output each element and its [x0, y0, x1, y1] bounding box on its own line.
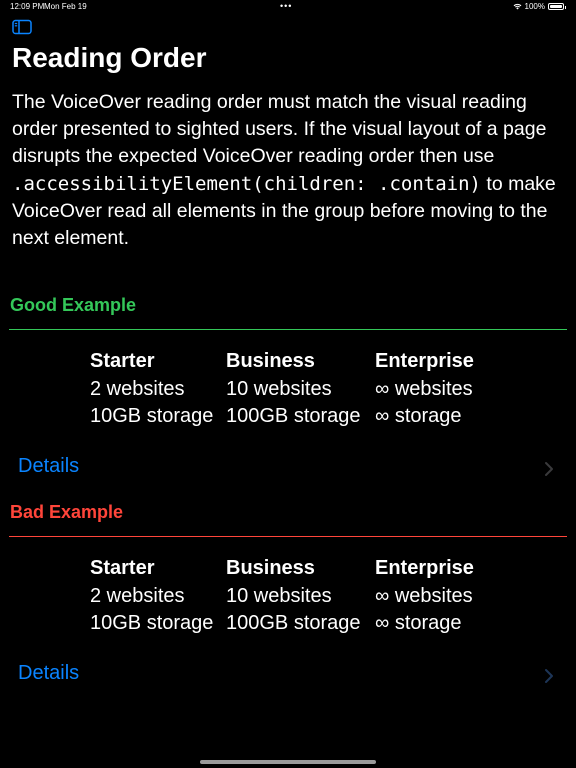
page-title: Reading Order — [12, 42, 207, 73]
good-example-divider — [9, 329, 567, 330]
bad-example-heading: Bad Example — [10, 502, 124, 522]
plan-card-business: Business 10 websites 100GB storage — [226, 348, 361, 431]
plan-name: Enterprise — [375, 557, 474, 579]
plan-name: Business — [226, 350, 315, 372]
plan-name: Business — [226, 557, 315, 579]
battery-percentage: 100% — [524, 2, 545, 11]
plan-websites: 10 websites — [226, 584, 332, 607]
plan-card-enterprise: Enterprise ∞ websites ∞ storage — [375, 348, 474, 431]
plan-websites: ∞ websites — [375, 584, 473, 607]
plan-storage: ∞ storage — [375, 612, 462, 634]
details-link[interactable]: Details — [18, 455, 79, 478]
battery-icon — [548, 3, 566, 10]
code-snippet: .accessibilityElement(children: .contain… — [12, 172, 481, 195]
plan-storage: ∞ storage — [375, 405, 462, 427]
good-example-details-row[interactable]: Details — [0, 453, 576, 483]
plan-card-starter: Starter 2 websites 10GB storage — [90, 348, 213, 431]
bad-example-details-row[interactable]: Details — [0, 660, 576, 690]
chevron-right-icon — [545, 669, 553, 683]
status-date: Mon Feb 19 — [44, 2, 87, 11]
plan-storage: 100GB storage — [226, 612, 361, 634]
plan-card-starter: Starter 2 websites 10GB storage — [90, 555, 213, 638]
plan-name: Starter — [90, 350, 155, 372]
plan-websites: ∞ websites — [375, 377, 473, 400]
good-example-heading: Good Example — [10, 295, 137, 315]
description-text: The VoiceOver reading order must match t… — [12, 91, 547, 168]
home-indicator[interactable] — [200, 760, 376, 764]
sidebar-left-icon[interactable] — [12, 19, 32, 35]
page-description: The VoiceOver reading order must match t… — [12, 89, 568, 252]
bad-example-divider — [9, 536, 567, 537]
wifi-icon — [513, 3, 521, 10]
plan-name: Starter — [90, 557, 155, 579]
plan-websites: 2 websites — [90, 377, 185, 400]
plan-card-business: Business 10 websites 100GB storage — [226, 555, 361, 638]
plan-card-enterprise: Enterprise ∞ websites ∞ storage — [375, 555, 474, 638]
plan-websites: 2 websites — [90, 584, 185, 607]
plan-storage: 10GB storage — [90, 612, 214, 634]
plan-storage: 100GB storage — [226, 405, 361, 427]
plan-websites: 10 websites — [226, 377, 332, 400]
status-indicators: 100% — [513, 2, 566, 11]
details-link[interactable]: Details — [18, 662, 79, 685]
plan-storage: 10GB storage — [90, 405, 214, 427]
multitasking-dots-icon[interactable]: ••• — [280, 1, 292, 11]
chevron-right-icon — [545, 462, 553, 476]
plan-name: Enterprise — [375, 350, 474, 372]
status-time: 12:09 PM — [10, 2, 45, 11]
status-bar: 12:09 PM Mon Feb 19 ••• 100% — [0, 0, 576, 14]
